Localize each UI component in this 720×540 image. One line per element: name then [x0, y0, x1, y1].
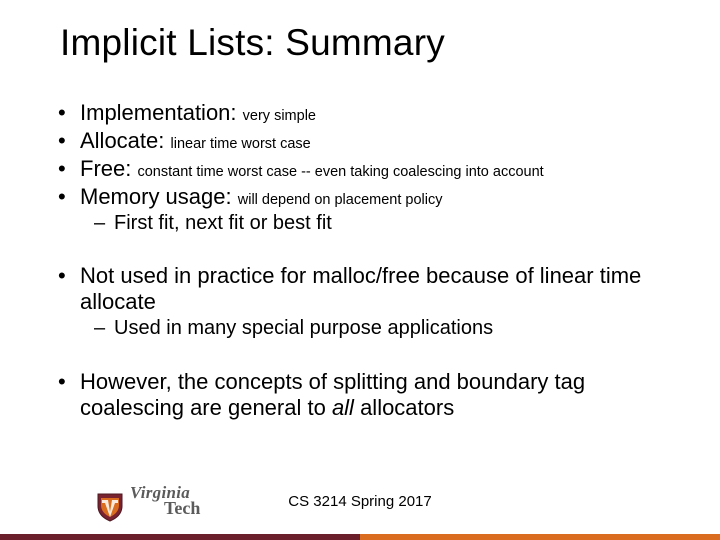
- sub-list-2: Used in many special purpose application…: [80, 317, 670, 341]
- text-part-c: allocators: [354, 395, 454, 420]
- accent-maroon: [0, 534, 360, 540]
- slide: Implicit Lists: Summary Implementation: …: [0, 0, 720, 540]
- bullet-memory-usage: Memory usage: will depend on placement p…: [50, 184, 670, 236]
- bullet-not-used: Not used in practice for malloc/free bec…: [50, 263, 670, 341]
- text-part-b: all: [332, 395, 354, 420]
- detail: very simple: [243, 108, 316, 124]
- sub-bullet-special: Used in many special purpose application…: [80, 317, 670, 341]
- detail: constant time worst case -- even taking …: [137, 164, 543, 180]
- slide-body: Implementation: very simple Allocate: li…: [50, 100, 670, 423]
- sub-bullet-fits: First fit, next fit or best fit: [80, 212, 670, 236]
- bullet-free: Free: constant time worst case -- even t…: [50, 156, 670, 182]
- bullet-allocate: Allocate: linear time worst case: [50, 128, 670, 154]
- accent-orange: [360, 534, 720, 540]
- footer: CS 3214 Spring 2017: [0, 493, 720, 510]
- slide-title: Implicit Lists: Summary: [60, 22, 445, 64]
- label: Allocate:: [80, 128, 164, 153]
- label: Free:: [80, 156, 131, 181]
- sub-list: First fit, next fit or best fit: [80, 212, 670, 236]
- spacer: [50, 343, 670, 369]
- bullet-list-3: However, the concepts of splitting and b…: [50, 369, 670, 421]
- bullet-however: However, the concepts of splitting and b…: [50, 369, 670, 421]
- detail: will depend on placement policy: [238, 192, 443, 208]
- spacer: [50, 237, 670, 263]
- detail: linear time worst case: [171, 136, 311, 152]
- label: Memory usage:: [80, 184, 232, 209]
- accent-bar: [0, 534, 720, 540]
- bullet-implementation: Implementation: very simple: [50, 100, 670, 126]
- text: Not used in practice for malloc/free bec…: [80, 263, 641, 314]
- bullet-list: Implementation: very simple Allocate: li…: [50, 100, 670, 235]
- label: Implementation:: [80, 100, 237, 125]
- bullet-list-2: Not used in practice for malloc/free bec…: [50, 263, 670, 341]
